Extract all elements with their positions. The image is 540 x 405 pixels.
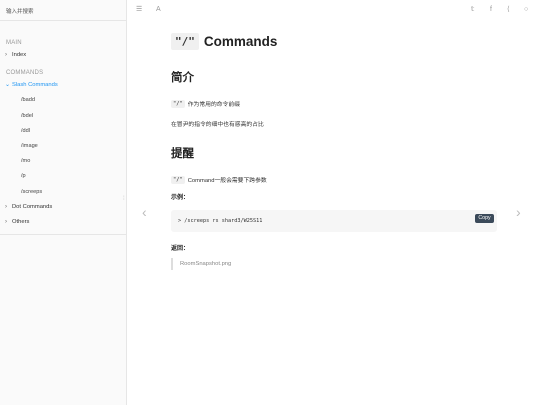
page-title: "/" Commands [171,30,497,52]
sidebar: 输入并搜索 MAIN › Index COMMANDS ⌄ Slash Comm… [0,0,127,405]
sidebar-item-index[interactable]: › Index [0,48,126,63]
facebook-icon[interactable]: f [490,6,492,14]
sidebar-item-label: Index [12,52,27,58]
sidebar-subitem-ddl[interactable]: /ddl [0,124,126,139]
sidebar-divider [0,234,127,235]
intro-paragraph-2: 在冒尹的指令的细中也有惑高的占比 [171,122,264,128]
remind-text: Command一般会需要下跨参数 [187,178,267,184]
inline-code: "/" [171,175,185,184]
sidebar-subitem-image[interactable]: /image [0,139,126,154]
return-quote: RoomSnapshot.png [171,258,497,270]
intro-text: 作为常用的命令前缀 [187,102,240,108]
title-text: Commands [203,33,278,49]
info-icon[interactable]: ○ [524,6,528,14]
sidebar-item-dot-commands[interactable]: › Dot Commands [0,200,126,215]
heading-remind: 提醒 [171,148,194,160]
section-title-main: MAIN [6,40,22,46]
sidebar-item-label: Slash Commands [12,82,58,89]
sidebar-subitem-mo[interactable]: /mo [0,154,126,169]
copy-button[interactable]: Copy [475,214,494,223]
sidebar-subitem-bdel[interactable]: /bdel [0,109,126,124]
resize-handle[interactable]: ⁞ [123,196,126,208]
heading-intro: 简介 [171,72,194,84]
chevron-right-icon: › [5,218,7,225]
remind-paragraph: "/" Command一般会需要下跨参数 [171,175,497,184]
sidebar-item-label: Dot Commands [12,203,53,210]
search-input[interactable]: 输入并搜索 [0,0,126,21]
sidebar-item-others[interactable]: › Others [0,215,126,230]
sidebar-item-slash-commands[interactable]: ⌄ Slash Commands [0,78,126,93]
section-title-commands: COMMANDS [6,70,44,77]
code-block: > /screeps rs shard3/W25S11 Copy [171,210,497,232]
sidebar-nav: MAIN › Index COMMANDS ⌄ Slash Commands /… [0,21,126,230]
return-label: 返回： [171,246,190,252]
prev-page-arrow[interactable]: ‹ [142,205,147,219]
example-label: 示例： [171,195,190,201]
chevron-right-icon: › [5,52,7,58]
intro-paragraph: "/" 作为常用的命令前缀 [171,99,497,108]
main-content: "/" Commands 简介 "/" 作为常用的命令前缀 在冒尹的指令的细中也… [171,30,497,270]
title-code: "/" [171,32,199,50]
twitter-icon[interactable]: 𝕥 [471,6,474,14]
code-line: > /screeps rs shard3/W25S11 [178,218,263,224]
topbar: ☰ A 𝕥 f ⟨ ○ [127,0,540,21]
next-page-arrow[interactable]: › [516,205,521,219]
inline-code: "/" [171,99,185,108]
menu-icon[interactable]: ☰ [136,6,142,14]
sidebar-subitem-screeps[interactable]: /screeps [0,185,126,200]
sidebar-subitem-p[interactable]: /p [0,169,126,184]
sidebar-item-label: Others [12,218,30,225]
share-icon[interactable]: ⟨ [507,6,510,14]
chevron-right-icon: › [5,203,7,210]
chevron-down-icon: ⌄ [5,82,11,89]
sidebar-subitem-badd[interactable]: /badd [0,93,126,108]
font-icon[interactable]: A [156,6,161,14]
